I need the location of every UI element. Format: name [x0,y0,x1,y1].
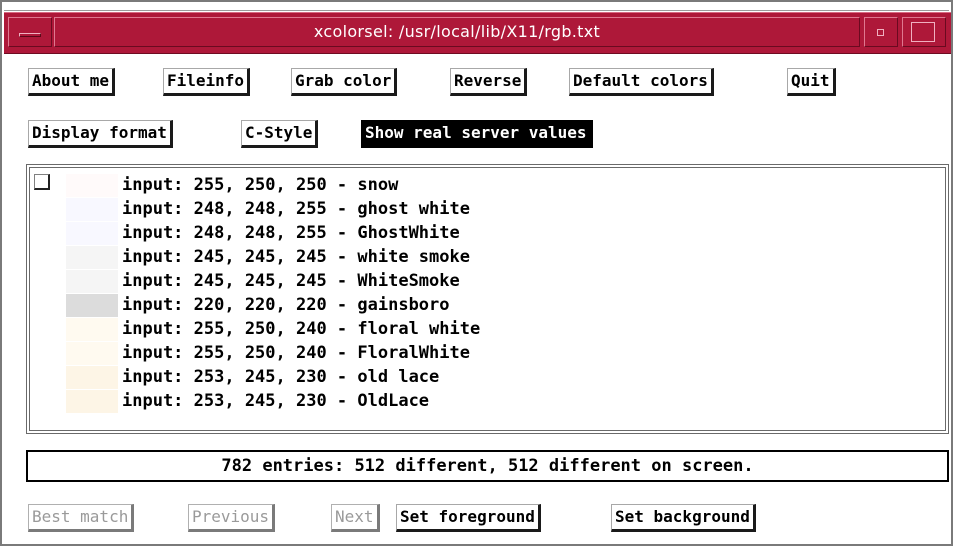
minimize-button[interactable] [864,17,898,47]
list-item[interactable]: input: 253, 245, 230 - OldLace [66,390,936,413]
c-style-button[interactable]: C-Style [241,120,319,148]
list-item-text: input: 220, 220, 220 - gainsboro [122,295,450,315]
list-item[interactable]: input: 255, 250, 250 - snow [66,174,936,197]
list-item-text: input: 255, 250, 240 - floral white [122,319,481,339]
color-swatch [66,246,118,269]
title-bar[interactable]: xcolorsel: /usr/local/lib/X11/rgb.txt [4,12,951,54]
color-swatch [66,390,118,413]
list-item[interactable]: input: 248, 248, 255 - ghost white [66,198,936,221]
color-swatch [66,222,118,245]
display-format-button[interactable]: Display format [28,120,173,148]
client-area: About me Fileinfo Grab color Reverse Def… [6,54,949,542]
best-match-button[interactable]: Best match [28,504,135,532]
list-item-text: input: 248, 248, 255 - GhostWhite [122,223,460,243]
fileinfo-button[interactable]: Fileinfo [163,68,251,96]
window-title: xcolorsel: /usr/local/lib/X11/rgb.txt [54,17,860,47]
color-swatch [66,174,118,197]
list-item[interactable]: input: 245, 245, 245 - white smoke [66,246,936,269]
quit-button[interactable]: Quit [787,68,836,96]
set-background-button[interactable]: Set background [611,504,756,532]
list-item-text: input: 255, 250, 240 - FloralWhite [122,343,470,363]
minimize-icon [877,29,884,36]
list-item-text: input: 255, 250, 250 - snow [122,175,399,195]
list-item[interactable]: input: 255, 250, 240 - floral white [66,318,936,341]
color-swatch [66,342,118,365]
xcolorsel-window: xcolorsel: /usr/local/lib/X11/rgb.txt Ab… [0,0,953,546]
maximize-icon [911,22,935,42]
maximize-button[interactable] [902,17,946,47]
list-item[interactable]: input: 255, 250, 240 - FloralWhite [66,342,936,365]
about-me-button[interactable]: About me [28,68,116,96]
list-item-text: input: 245, 245, 245 - white smoke [122,247,470,267]
color-swatch [66,294,118,317]
list-checkbox[interactable] [34,174,50,190]
window-menu-button[interactable] [8,17,52,47]
list-item[interactable]: input: 253, 245, 230 - old lace [66,366,936,389]
set-foreground-button[interactable]: Set foreground [396,504,541,532]
list-item[interactable]: input: 220, 220, 220 - gainsboro [66,294,936,317]
color-swatch [66,318,118,341]
list-item-text: input: 248, 248, 255 - ghost white [122,199,470,219]
color-swatch [66,198,118,221]
window-top-edge [4,2,949,11]
status-line: 782 entries: 512 different, 512 differen… [26,450,949,482]
list-item[interactable]: input: 248, 248, 255 - GhostWhite [66,222,936,245]
grab-color-button[interactable]: Grab color [291,68,398,96]
color-swatch [66,366,118,389]
window-menu-icon [19,33,41,37]
list-item-text: input: 253, 245, 230 - old lace [122,367,440,387]
default-colors-button[interactable]: Default colors [569,68,714,96]
list-item[interactable]: input: 245, 245, 245 - WhiteSmoke [66,270,936,293]
reverse-button[interactable]: Reverse [450,68,528,96]
list-item-text: input: 253, 245, 230 - OldLace [122,391,430,411]
list-item-text: input: 245, 245, 245 - WhiteSmoke [122,271,460,291]
next-button[interactable]: Next [331,504,380,532]
show-real-server-values-toggle[interactable]: Show real server values [361,120,593,148]
previous-button[interactable]: Previous [188,504,276,532]
color-swatch [66,270,118,293]
color-list[interactable]: input: 255, 250, 250 - snow input: 248, … [26,164,949,434]
